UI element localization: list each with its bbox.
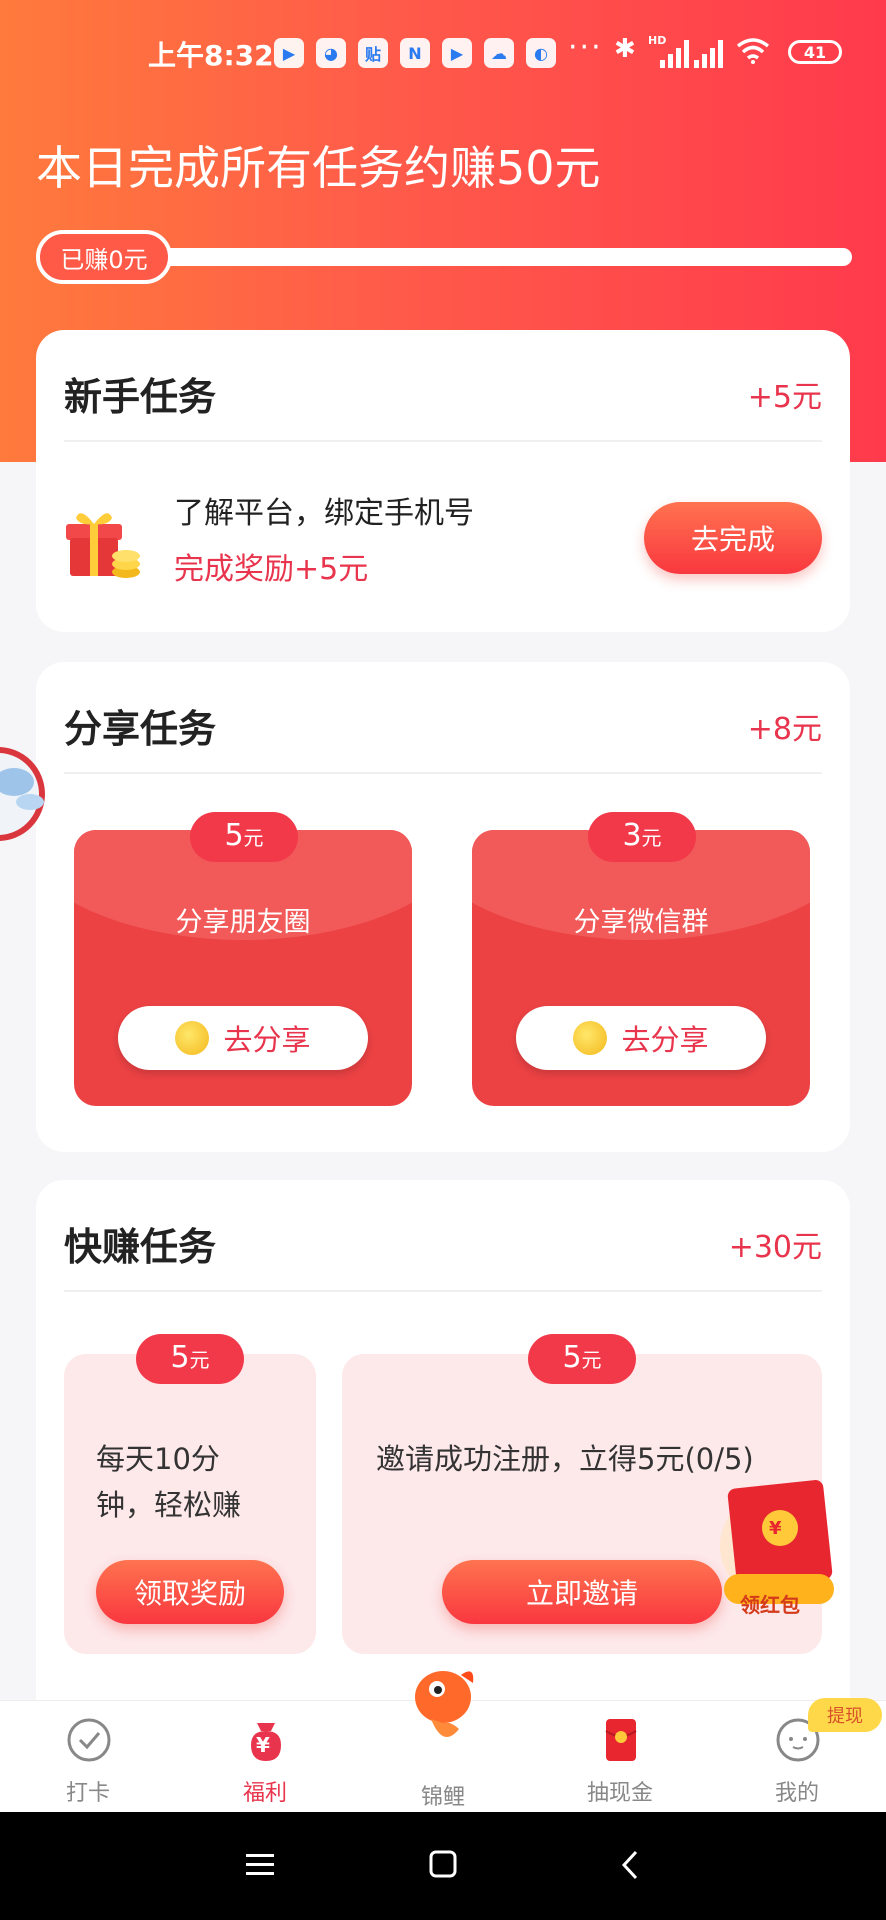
earned-badge: 已赚0元 [36,230,172,284]
bluetooth-icon: ✱ [614,34,636,64]
bottom-nav: 打卡 ¥ 福利 锦鲤 抽现金 我的 [0,1671,886,1813]
daily-task-line-1: 每天10分 [96,1442,220,1476]
nav-cash-draw-label: 抽现金 [586,1781,653,1806]
signal-icon [660,38,694,68]
amount-unit: 元 [189,1348,210,1372]
newbie-bonus-text: 完成奖励+5元 [174,552,369,587]
nav-checkin-label: 打卡 [65,1781,110,1806]
invite-task-text: 邀请成功注册，立得5元(0/5) [376,1442,754,1476]
newbie-task-card: 新手任务 +5元 了解平台，绑定手机号 完成奖励+5元 去完成 [36,330,850,632]
nav-welfare[interactable]: ¥ 福利 [205,1701,325,1813]
browser-icon: ◕ [316,38,346,68]
share-card-header: 分享任务 +8元 [64,662,822,774]
notes-icon: 贴 [358,38,388,68]
red-packet-float-icon[interactable] [714,1476,846,1606]
system-nav-bar [0,1812,886,1920]
red-packet-label[interactable]: 领红包 [740,1589,800,1618]
notification-icons: ▶ ◕ 贴 N ▶ ☁ ◐ [274,38,556,68]
share-title: 分享任务 [64,707,217,751]
nav-welfare-label: 福利 [242,1781,287,1806]
share-moments-envelope: 分享朋友圈 去分享 [74,830,412,1106]
complete-button[interactable]: 去完成 [644,502,822,574]
share-moments-button[interactable]: 去分享 [118,1006,368,1070]
nav-checkin[interactable]: 打卡 [28,1701,148,1813]
nav-profile-label: 我的 [774,1781,819,1806]
more-notifications-icon: ··· [568,30,603,65]
nav-koi[interactable]: 锦鲤 [383,1671,503,1813]
status-time: 上午8:32 [148,39,274,72]
withdraw-badge[interactable]: 提现 [808,1698,882,1732]
daily-task-line-2: 钟，轻松赚 [96,1488,242,1522]
signal-2-icon [694,38,728,68]
moon-icon: ◐ [526,38,556,68]
red-packet-coin-label: ¥ [769,1518,782,1539]
koi-icon [415,1671,474,1737]
amount-value: 5 [224,818,244,853]
share-moments-amount: 5元 [190,812,298,862]
back-icon[interactable] [620,1850,640,1880]
video-icon: ▶ [442,38,472,68]
share-reward: +8元 [747,712,822,747]
page-title: 本日完成所有任务约赚50元 [36,141,601,195]
amount-unit: 元 [581,1348,602,1372]
amount-value: 5 [170,1340,190,1375]
invite-now-button[interactable]: 立即邀请 [442,1560,722,1624]
amount-value: 5 [562,1340,582,1375]
battery-level: 41 [803,42,827,62]
newbie-card-header: 新手任务 +5元 [64,330,822,442]
share-moments-button-label: 去分享 [223,1023,311,1057]
status-bar: 上午8:32 ▶ ◕ 贴 N ▶ ☁ ◐ ··· ✱ HD 41 [0,0,886,110]
newbie-task-text: 了解平台，绑定手机号 [174,496,474,531]
amount-unit: 元 [243,826,264,850]
floating-mascot-icon[interactable] [0,736,54,846]
nav-koi-label: 锦鲤 [420,1785,465,1810]
n-app-icon: N [400,38,430,68]
quick-card-header: 快赚任务 +30元 [64,1180,822,1292]
gift-box-icon [66,513,140,578]
daily-task-amount: 5元 [136,1334,244,1384]
coin-icon [573,1021,608,1055]
menu-icon[interactable] [246,1852,274,1878]
share-group-amount: 3元 [588,812,696,862]
coin-icon [175,1021,210,1055]
daily-task-text: 每天10分 钟，轻松赚 [96,1436,241,1528]
newbie-reward: +5元 [747,380,822,415]
share-moments-label: 分享朋友圈 [175,907,311,938]
share-group-button-label: 去分享 [621,1023,709,1057]
earnings-progress-bar [150,248,852,266]
share-group-label: 分享微信群 [573,907,709,938]
newbie-title: 新手任务 [64,375,217,419]
invite-task-amount: 5元 [528,1334,636,1384]
daily-task-box: 每天10分 钟，轻松赚 领取奖励 [64,1354,316,1654]
wifi-icon [736,38,770,64]
home-icon[interactable] [429,1850,457,1878]
play-store-icon: ▶ [274,38,304,68]
nav-cash-draw[interactable]: 抽现金 [560,1701,680,1813]
cloud-icon: ☁ [484,38,514,68]
quick-reward: +30元 [728,1230,822,1265]
share-group-envelope: 分享微信群 去分享 [472,830,810,1106]
quick-task-card: 快赚任务 +30元 每天10分 钟，轻松赚 领取奖励 5元 邀请成功注册，立得5… [36,1180,850,1700]
welfare-currency-glyph: ¥ [256,1733,270,1757]
claim-reward-button[interactable]: 领取奖励 [96,1560,284,1624]
amount-unit: 元 [641,826,662,850]
share-task-card: 分享任务 +8元 分享朋友圈 去分享 5元 分享微信群 去分享 3元 [36,662,850,1152]
battery-icon: 41 [788,40,842,64]
cash-draw-icon [605,1719,637,1761]
checkin-icon [67,1718,111,1762]
quick-title: 快赚任务 [64,1225,217,1269]
share-group-button[interactable]: 去分享 [516,1006,766,1070]
amount-value: 3 [622,818,642,853]
